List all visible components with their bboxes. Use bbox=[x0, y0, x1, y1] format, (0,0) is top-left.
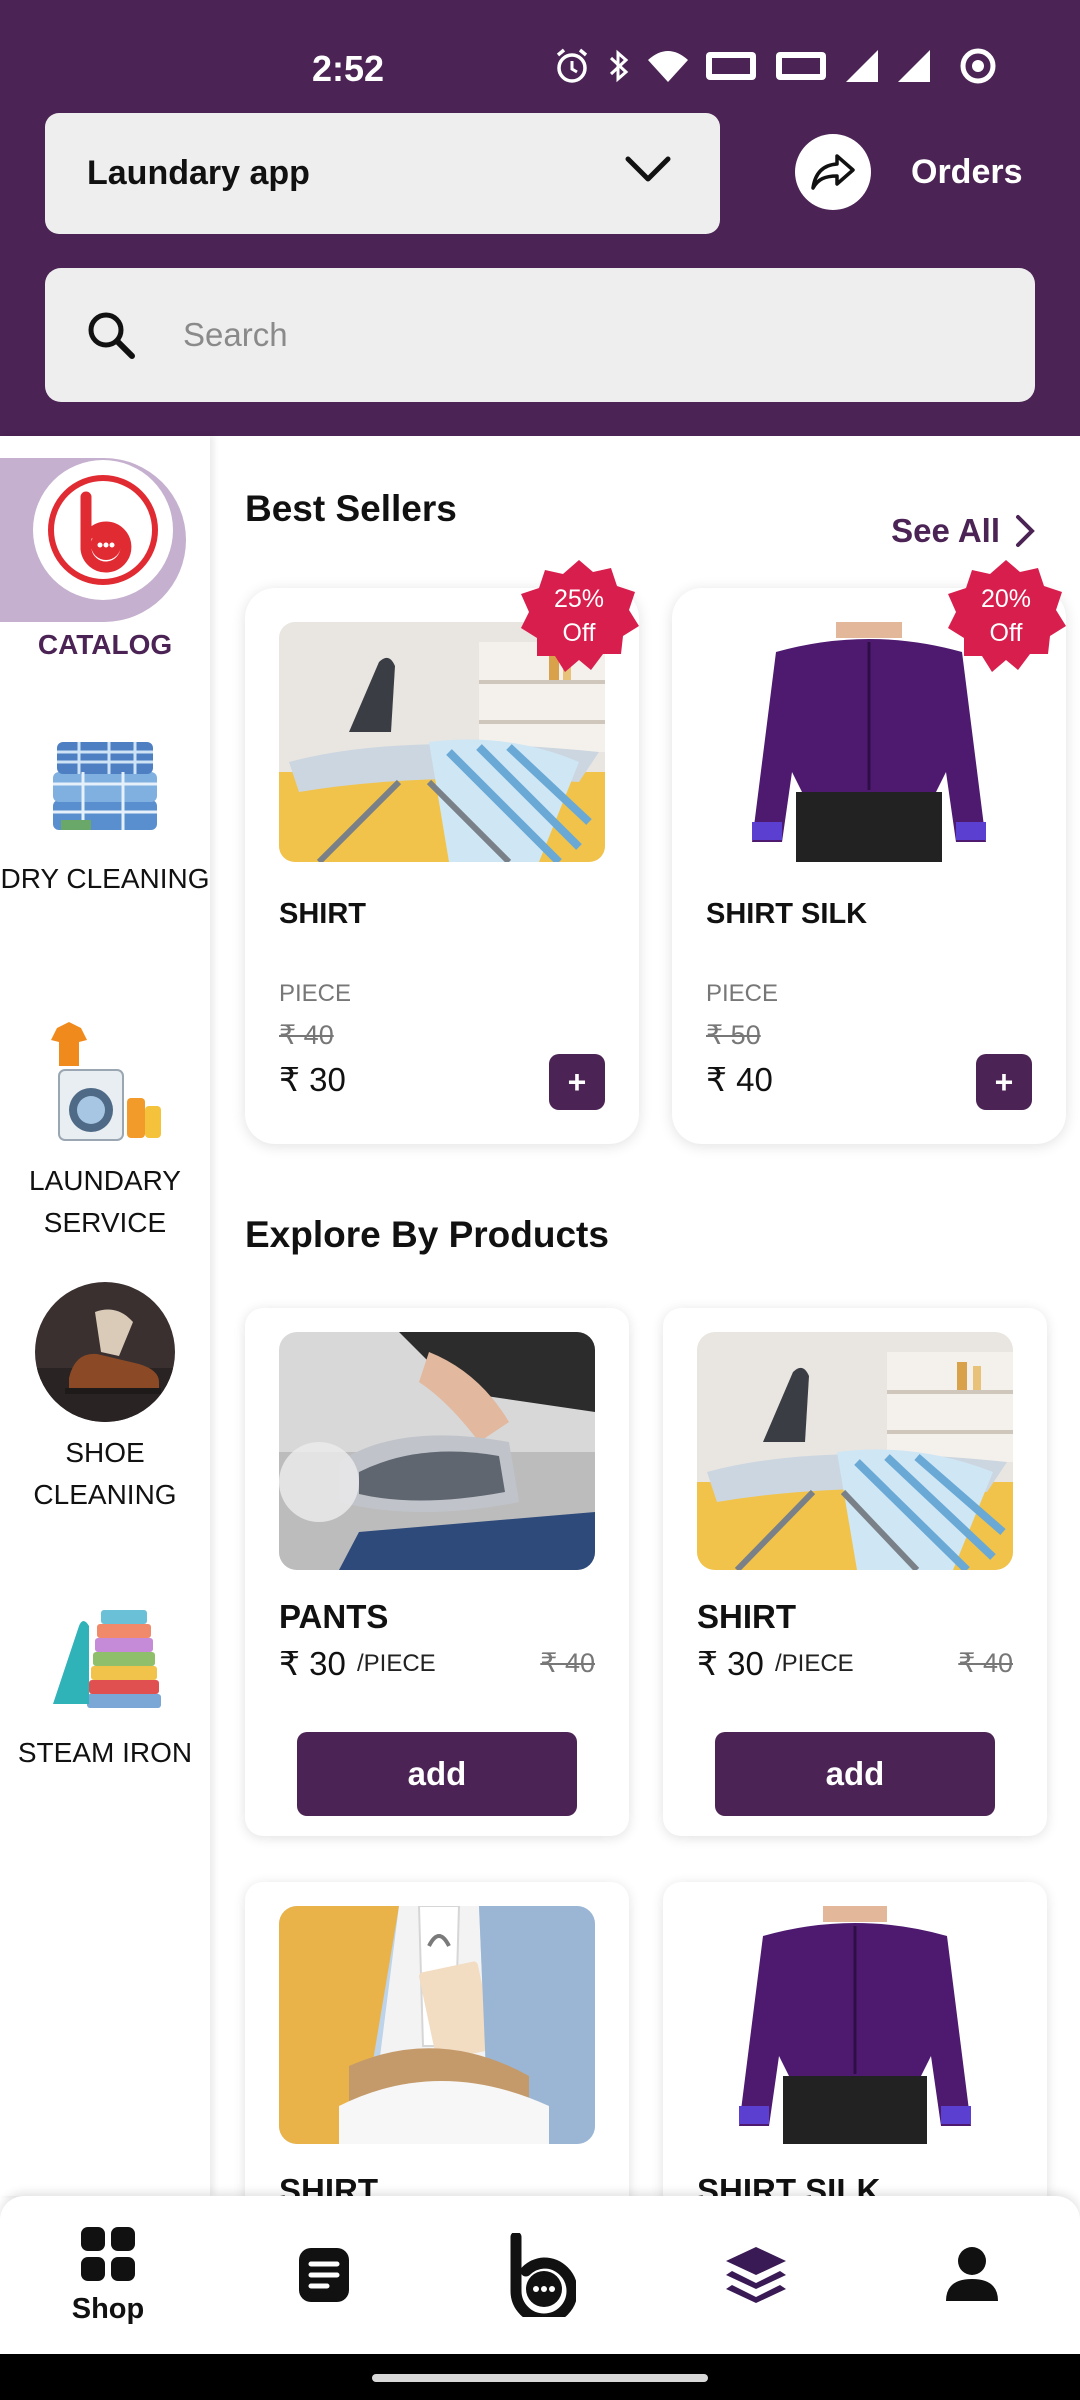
best-seller-card[interactable]: SHIRT PIECE ₹ 40 ₹ 30 + 25% Off bbox=[245, 560, 639, 1144]
product-name: SHIRT bbox=[279, 898, 366, 930]
app-header: 2:52 Laundary app Orders Search bbox=[0, 0, 1080, 436]
main-content: Best Sellers See All SHIRT PIECE ₹ 40 ₹ … bbox=[210, 436, 1080, 2196]
laundry-service-thumb bbox=[39, 1014, 171, 1146]
product-name: SHIRT bbox=[279, 2172, 378, 2196]
sidebar-item-label: LAUNDARY SERVICE bbox=[29, 1165, 181, 1238]
profile-icon bbox=[946, 2247, 998, 2301]
nav-item-catalog[interactable] bbox=[648, 2196, 864, 2354]
catalog-logo-icon bbox=[33, 460, 173, 600]
signal-icon-2 bbox=[898, 50, 930, 82]
grid-icon bbox=[81, 2226, 135, 2281]
volte-icon bbox=[776, 52, 826, 80]
orders-label: Orders bbox=[911, 152, 1023, 191]
data-saver-icon bbox=[960, 48, 996, 84]
product-old-price: ₹ 50 bbox=[706, 1020, 761, 1050]
discount-badge: 20% Off bbox=[944, 558, 1068, 682]
home-gesture-handle[interactable] bbox=[372, 2374, 708, 2382]
product-card[interactable]: SHIRT ₹ 30 /PIECE ₹ 40 add bbox=[663, 1308, 1047, 1836]
sidebar-item-label: CATALOG bbox=[37, 629, 173, 660]
product-unit: PIECE bbox=[279, 980, 352, 1007]
nav-item-label: Shop bbox=[71, 2292, 145, 2325]
sidebar-item-label: DRY CLEANING bbox=[0, 863, 210, 894]
add-button[interactable]: add bbox=[297, 1732, 577, 1816]
nav-item-orders[interactable] bbox=[216, 2196, 432, 2354]
add-to-cart-button[interactable]: + bbox=[976, 1054, 1032, 1110]
best-seller-card[interactable]: SHIRT SILK PIECE ₹ 50 ₹ 40 + 20% Off bbox=[672, 560, 1066, 1144]
sidebar-item-label: SHOE CLEANING bbox=[33, 1437, 177, 1510]
nav-item-shop[interactable]: Shop bbox=[0, 2196, 216, 2354]
product-image-steaming bbox=[279, 1332, 595, 1570]
sidebar-item-label: STEAM IRON bbox=[17, 1737, 193, 1768]
product-unit: /PIECE bbox=[357, 1650, 436, 1677]
share-arrow-icon bbox=[795, 134, 871, 210]
signal-icon bbox=[846, 50, 878, 82]
discount-off: Off bbox=[562, 619, 596, 647]
product-name: PANTS bbox=[279, 1598, 389, 1635]
nav-item-profile[interactable] bbox=[864, 2196, 1080, 2354]
discount-percent: 25% bbox=[553, 585, 605, 613]
search-bar[interactable]: Search bbox=[45, 268, 1035, 402]
steam-iron-thumb bbox=[39, 1586, 171, 1718]
see-all-link[interactable]: See All bbox=[891, 512, 1036, 550]
sidebar-item-shoe-cleaning[interactable]: SHOE CLEANING bbox=[0, 1282, 210, 1516]
discount-off: Off bbox=[989, 619, 1023, 647]
vowifi-icon bbox=[706, 52, 756, 80]
discount-percent: 20% bbox=[980, 585, 1032, 613]
layers-icon bbox=[726, 2247, 786, 2303]
discount-badge: 25% Off bbox=[517, 558, 641, 682]
sidebar-item-dry-cleaning[interactable]: DRY CLEANING bbox=[0, 712, 210, 900]
chevron-right-icon bbox=[1016, 515, 1035, 547]
product-name: SHIRT bbox=[697, 1598, 796, 1635]
store-selector[interactable]: Laundary app bbox=[45, 113, 720, 234]
status-icons bbox=[552, 46, 1002, 86]
product-image-folded-shirt bbox=[279, 1906, 595, 2144]
search-input[interactable]: Search bbox=[183, 316, 288, 354]
system-navigation-bar bbox=[0, 2354, 1080, 2400]
chat-logo-icon bbox=[510, 2233, 576, 2317]
product-old-price: ₹ 40 bbox=[279, 1020, 334, 1050]
product-card[interactable]: SHIRT SILK bbox=[663, 1882, 1047, 2196]
product-price: ₹ 40 bbox=[706, 1061, 773, 1098]
status-time: 2:52 bbox=[312, 48, 385, 89]
sidebar-item-laundary-service[interactable]: LAUNDARY SERVICE bbox=[0, 1014, 210, 1244]
product-unit: PIECE bbox=[706, 980, 779, 1007]
product-card[interactable]: PANTS ₹ 30 /PIECE ₹ 40 add bbox=[245, 1308, 629, 1836]
status-bar: 2:52 bbox=[0, 0, 1080, 110]
document-icon bbox=[299, 2248, 349, 2302]
dry-cleaning-thumb bbox=[39, 712, 171, 844]
explore-title: Explore By Products bbox=[245, 1214, 609, 1255]
product-card[interactable]: SHIRT bbox=[245, 1882, 629, 2196]
shoe-cleaning-thumb bbox=[35, 1282, 175, 1422]
sidebar-item-catalog[interactable]: CATALOG bbox=[0, 436, 210, 676]
best-sellers-title: Best Sellers bbox=[245, 488, 457, 529]
product-old-price: ₹ 40 bbox=[540, 1648, 595, 1678]
orders-button[interactable]: Orders bbox=[795, 134, 1023, 210]
chevron-down-icon bbox=[625, 156, 671, 182]
category-sidebar: CATALOG DRY CLEANING LAUNDARY SERVICE SH… bbox=[0, 436, 210, 2196]
product-price: ₹ 30 bbox=[697, 1645, 764, 1682]
store-name: Laundary app bbox=[87, 154, 310, 192]
see-all-label: See All bbox=[891, 512, 1000, 549]
search-icon bbox=[88, 312, 135, 359]
bluetooth-icon bbox=[609, 49, 629, 83]
product-price: ₹ 30 bbox=[279, 1645, 346, 1682]
add-button[interactable]: add bbox=[715, 1732, 995, 1816]
product-name: SHIRT SILK bbox=[697, 2172, 881, 2196]
alarm-icon bbox=[556, 48, 588, 83]
product-image-ironing-board bbox=[697, 1332, 1013, 1570]
sidebar-item-steam-iron[interactable]: STEAM IRON bbox=[0, 1586, 210, 1774]
product-price: ₹ 30 bbox=[279, 1061, 346, 1098]
product-name: SHIRT SILK bbox=[706, 898, 868, 930]
product-old-price: ₹ 40 bbox=[958, 1648, 1013, 1678]
wifi-icon bbox=[648, 51, 688, 82]
nav-item-home[interactable] bbox=[432, 2196, 648, 2354]
product-unit: /PIECE bbox=[775, 1650, 854, 1677]
add-to-cart-button[interactable]: + bbox=[549, 1054, 605, 1110]
bottom-navigation: Shop bbox=[0, 2196, 1080, 2354]
product-image-silk-shirt bbox=[697, 1906, 1013, 2144]
